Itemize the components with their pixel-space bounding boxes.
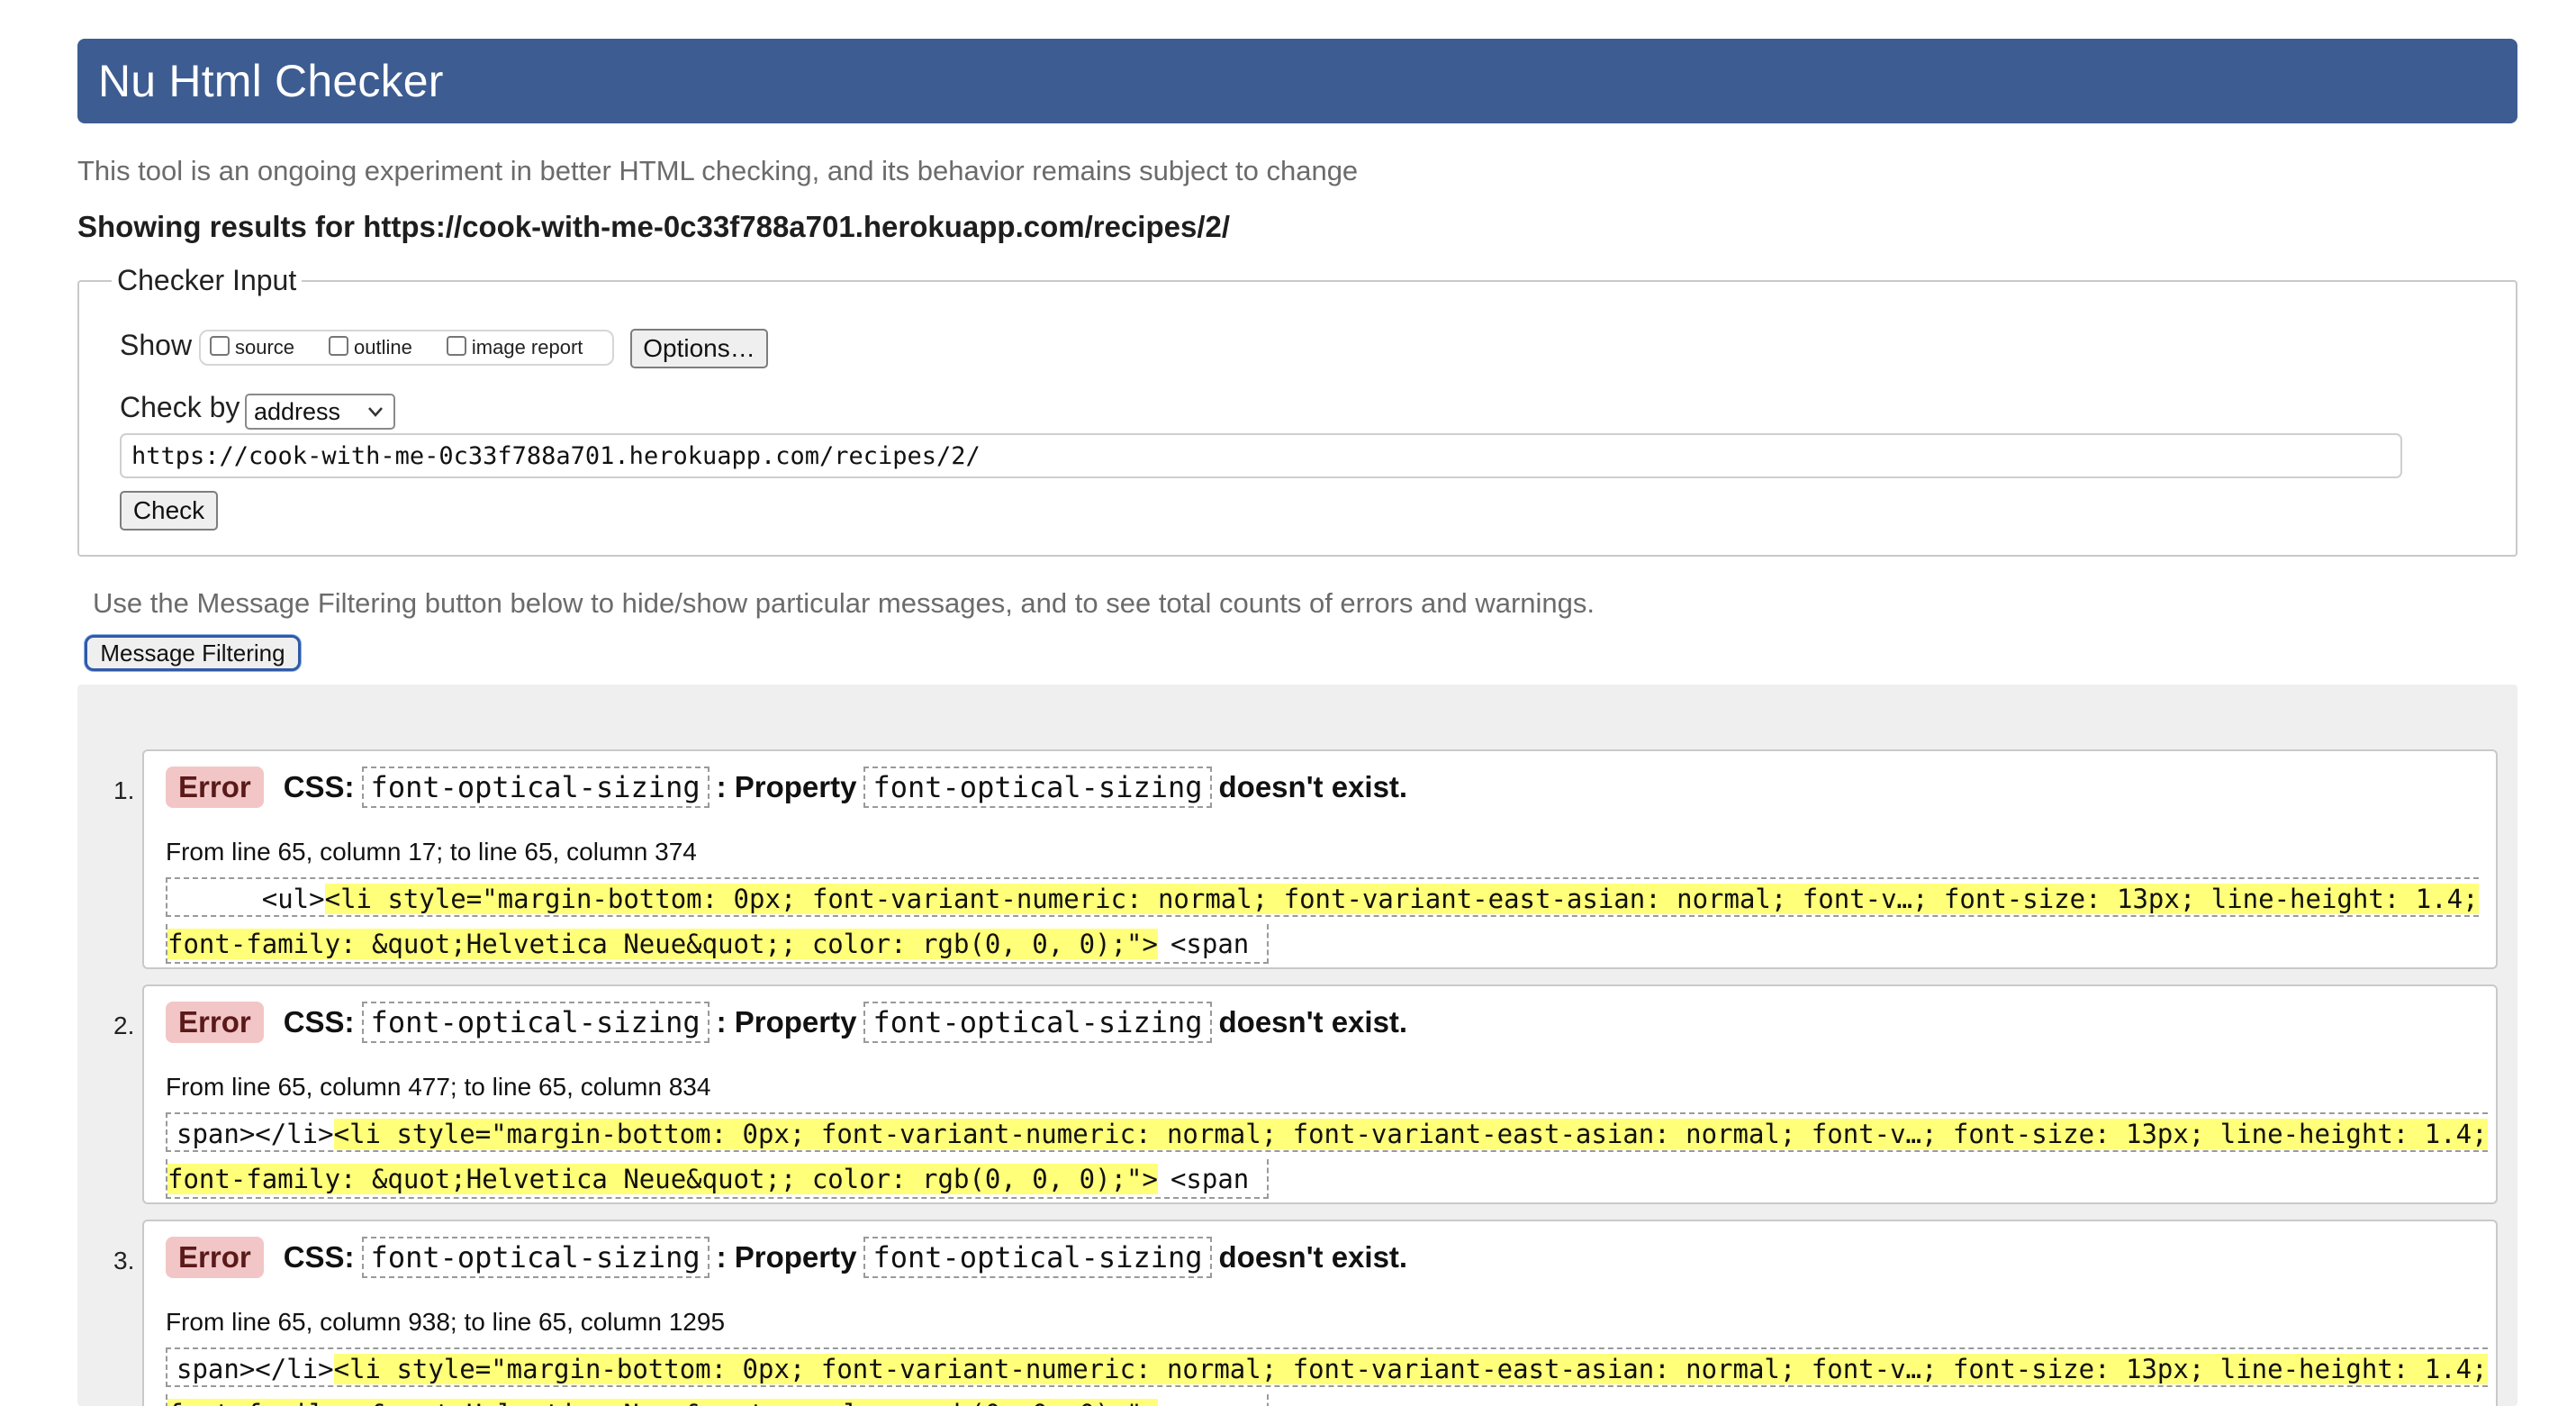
extract-post: <span [1170,1164,1250,1194]
extract-highlight: <li style="margin-bottom: 0px; font-vari… [333,1119,2488,1149]
extract-highlight: <li style="margin-bottom: 0px; font-vari… [333,1354,2488,1384]
results-heading: Showing results for https://cook-with-me… [77,210,1231,243]
show-image-report-option[interactable]: image report [446,336,583,359]
show-options-group: source outline image report [199,330,614,366]
error-badge: Error [166,1237,264,1278]
extract-highlight: font-family: &quot;Helvetica Neue&quot;;… [167,1164,1158,1194]
page-title: Nu Html Checker [98,56,444,106]
check-by-select[interactable]: address [245,394,395,430]
message-prefix: CSS: [283,1240,355,1274]
source-checkbox[interactable] [210,336,230,356]
message-prefix: CSS: [283,770,355,803]
show-outline-option[interactable]: outline [329,336,412,359]
check-by-label: Check by [120,391,240,423]
tool-disclaimer: This tool is an ongoing experiment in be… [77,155,1359,186]
chevron-down-icon [366,399,384,430]
message-suffix: doesn't exist. [1218,770,1408,803]
message-number: 2. [113,1011,135,1039]
show-source-option[interactable]: source [210,336,294,359]
image-report-checkbox[interactable] [446,336,466,356]
message-heading: Error CSS: font-optical-sizing : Propert… [166,766,1407,808]
message-filtering-button[interactable]: Message Filtering [85,635,301,671]
source-extract: span></li><li style="margin-bottom: 0px;… [166,1109,2488,1202]
extract-highlight: <li style="margin-bottom: 0px; font-vari… [324,884,2479,914]
source-label: source [235,336,295,358]
message-code: font-optical-sizing [361,1237,710,1278]
message-prefix: CSS: [283,1005,355,1039]
show-label: Show [120,329,193,361]
message-code: font-optical-sizing [361,766,710,808]
extract-highlight: font-family: &quot;Helvetica Neue&quot;;… [167,1399,1158,1406]
error-badge: Error [166,1002,264,1043]
message-heading: Error CSS: font-optical-sizing : Propert… [166,1002,1407,1043]
image-report-label: image report [471,336,583,358]
source-extract: span></li><li style="margin-bottom: 0px;… [166,1344,2488,1406]
check-by-value: address [254,397,341,425]
checker-input-fieldset: Checker Input [77,264,2517,557]
message-location: From line 65, column 477; to line 65, co… [166,1073,711,1101]
message-code: font-optical-sizing [863,766,1212,808]
message-location: From line 65, column 938; to line 65, co… [166,1308,726,1336]
message-heading: Error CSS: font-optical-sizing : Propert… [166,1237,1407,1278]
message-middle: : Property [716,1005,857,1039]
message-number: 3. [113,1247,135,1274]
checker-input-legend: Checker Input [117,264,297,296]
extract-highlight: font-family: &quot;Helvetica Neue&quot;;… [167,929,1158,959]
error-message: Error CSS: font-optical-sizing : Propert… [142,1220,2498,1406]
extract-pre: span></li> [176,1119,334,1149]
outline-checkbox[interactable] [329,336,349,356]
extract-pre: <ul> [167,884,325,914]
message-filtering-note: Use the Message Filtering button below t… [93,587,1595,619]
source-extract: <ul><li style="margin-bottom: 0px; font-… [166,874,2479,967]
message-middle: : Property [716,770,857,803]
options-button[interactable]: Options… [630,329,768,368]
message-number: 1. [113,776,135,804]
page-header: Nu Html Checker [77,39,2517,123]
message-code: font-optical-sizing [361,1002,710,1043]
extract-pre: span></li> [176,1354,334,1384]
extract-post: <span [1158,1399,1267,1406]
message-code: font-optical-sizing [863,1002,1212,1043]
message-code: font-optical-sizing [863,1237,1212,1278]
outline-label: outline [354,336,412,358]
extract-post: <span [1170,929,1250,959]
message-suffix: doesn't exist. [1218,1240,1408,1274]
message-middle: : Property [716,1240,857,1274]
url-input[interactable]: https://cook-with-me-0c33f788a701.heroku… [120,433,2402,478]
message-suffix: doesn't exist. [1218,1005,1408,1039]
message-location: From line 65, column 17; to line 65, col… [166,838,697,866]
error-message: Error CSS: font-optical-sizing : Propert… [142,984,2498,1204]
error-message: Error CSS: font-optical-sizing : Propert… [142,749,2498,969]
error-badge: Error [166,766,264,808]
check-button[interactable]: Check [120,491,218,531]
